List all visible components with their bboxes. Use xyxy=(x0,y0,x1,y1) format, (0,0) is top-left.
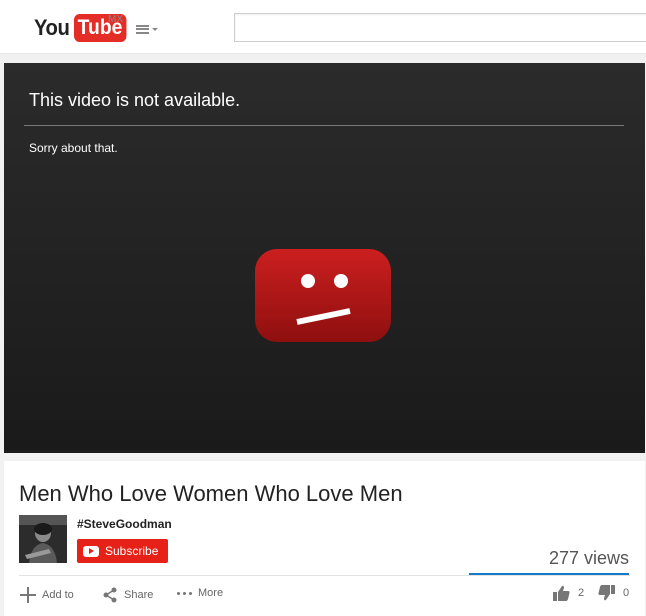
more-label: More xyxy=(198,587,224,599)
share-button[interactable]: Share xyxy=(102,587,153,603)
video-title: Men Who Love Women Who Love Men xyxy=(19,481,403,506)
avatar-image xyxy=(19,515,67,563)
view-count: 277 views xyxy=(548,548,629,568)
share-icon xyxy=(103,587,117,603)
actions-divider xyxy=(19,575,630,576)
like-count: 2 xyxy=(578,587,585,599)
guide-menu-button[interactable] xyxy=(136,23,162,35)
thumbs-up-icon xyxy=(553,585,570,601)
subscribe-button[interactable]: Subscribe xyxy=(77,539,168,563)
share-label: Share xyxy=(124,589,154,601)
dislike-button[interactable]: 0 xyxy=(598,585,629,601)
add-to-button[interactable]: Add to xyxy=(20,587,74,603)
youtube-play-icon xyxy=(83,545,99,557)
thumbs-down-icon xyxy=(598,585,615,601)
like-button[interactable]: 2 xyxy=(553,585,584,601)
dislike-count: 0 xyxy=(623,587,630,599)
error-title: This video is not available. xyxy=(29,90,241,110)
video-info-panel: Men Who Love Women Who Love Men #SteveGo… xyxy=(4,461,645,616)
subscribe-label: Subscribe xyxy=(105,544,159,558)
masthead: You Tube MX xyxy=(0,0,646,54)
region-label: MX xyxy=(108,14,123,25)
plus-icon xyxy=(20,587,36,603)
video-player[interactable]: This video is not available. Sorry about… xyxy=(4,63,645,453)
error-subtitle: Sorry about that. xyxy=(29,141,118,155)
more-button[interactable]: More xyxy=(177,587,223,599)
error-divider xyxy=(24,125,624,126)
caret-down-icon xyxy=(152,27,158,31)
search-input[interactable] xyxy=(234,13,646,42)
channel-name[interactable]: #SteveGoodman xyxy=(77,517,172,531)
add-to-label: Add to xyxy=(42,589,74,601)
channel-avatar[interactable] xyxy=(19,515,67,563)
sad-youtube-icon xyxy=(255,249,391,342)
logo-you-text: You xyxy=(34,15,70,40)
more-dots-icon xyxy=(177,591,192,595)
hamburger-icon xyxy=(136,24,149,34)
